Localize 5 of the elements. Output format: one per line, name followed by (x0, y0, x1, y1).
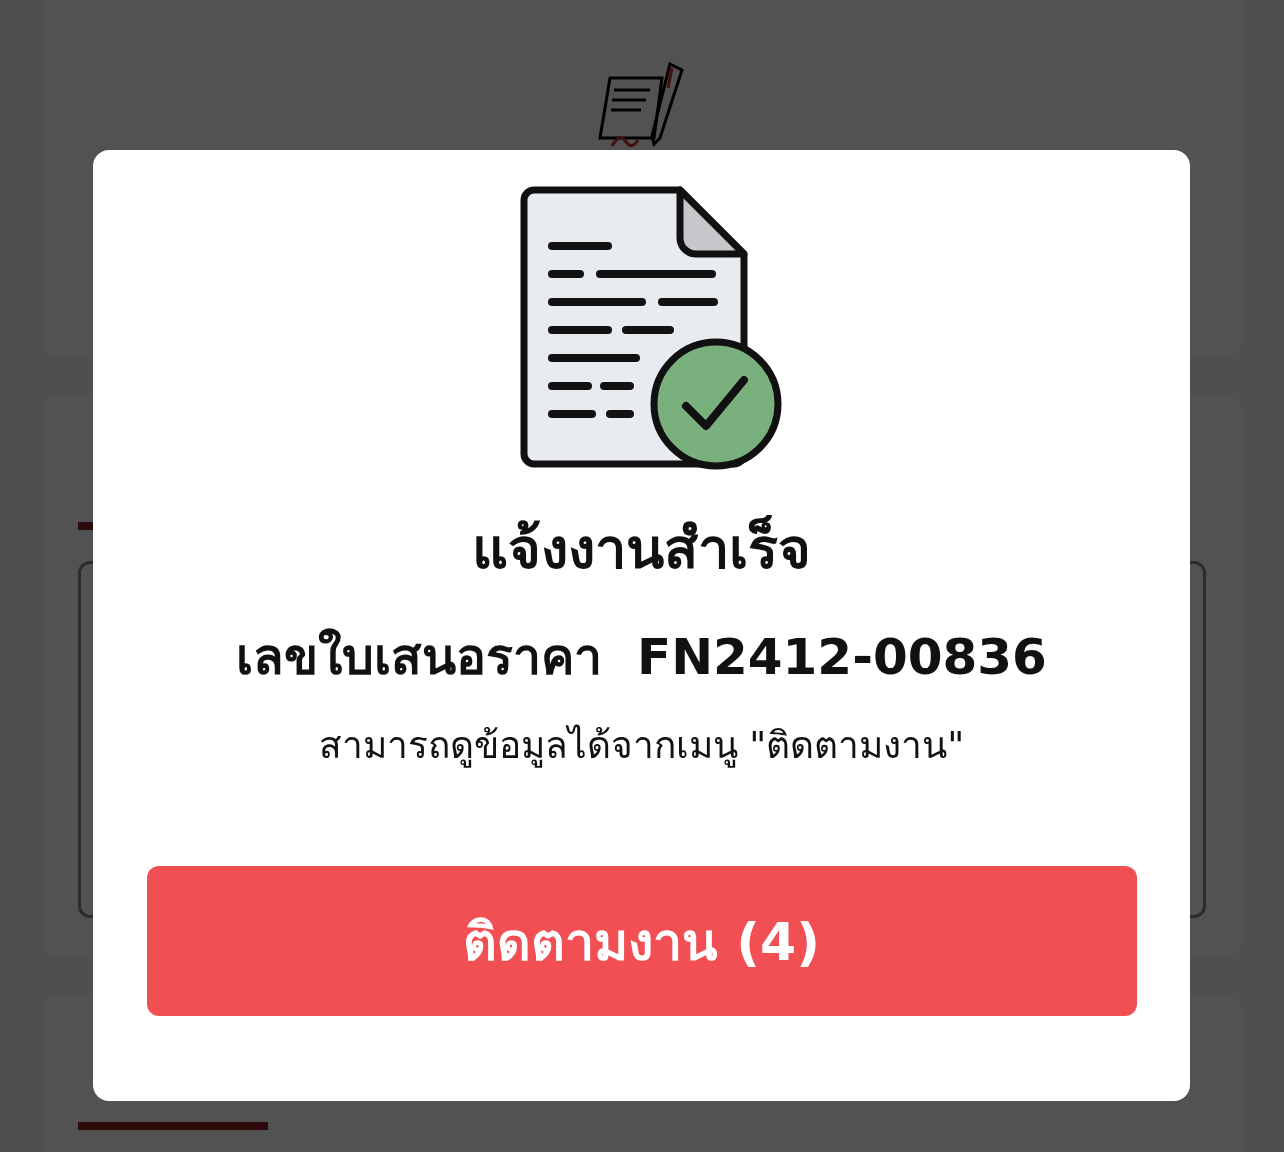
quote-number: เลขใบเสนอราคา FN2412-00836 (236, 627, 1047, 688)
dialog-message: สามารถดูข้อมูลได้จากเมนู "ติดตามงาน" (318, 723, 965, 770)
dialog-title: แจ้งงานสำเร็จ (472, 514, 811, 583)
track-jobs-button[interactable]: ติดตามงาน (4) (146, 866, 1137, 1016)
document-check-icon (519, 186, 784, 470)
